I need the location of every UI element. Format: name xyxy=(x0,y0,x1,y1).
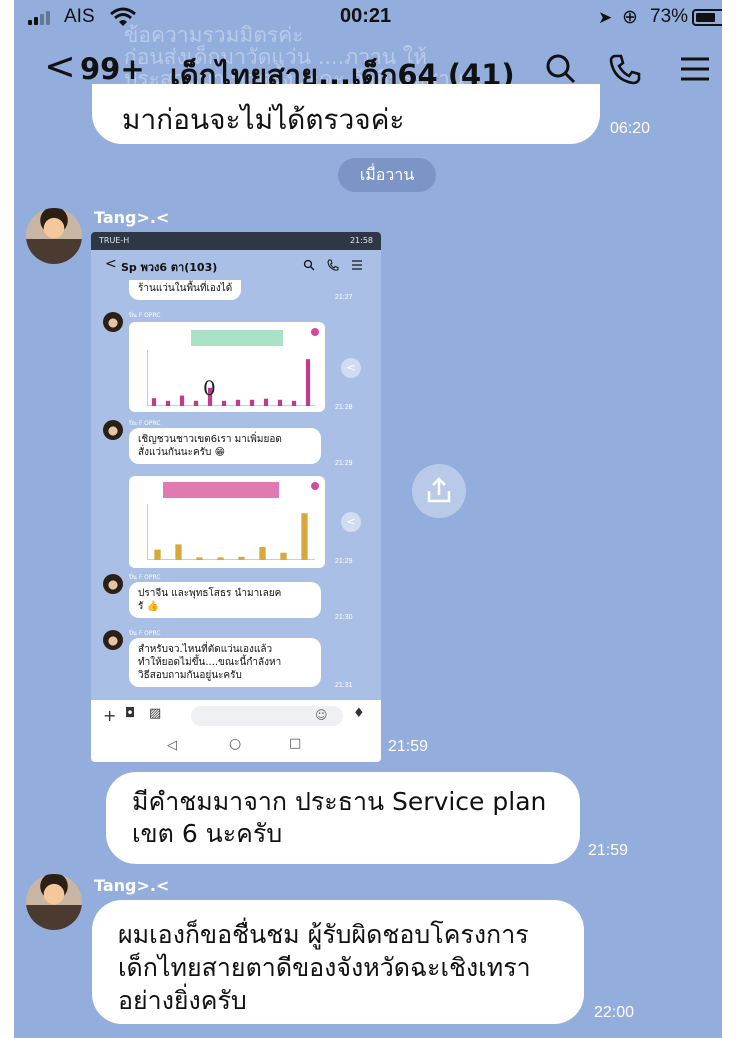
inner-message: ร้านแว่นในพื้นที่เองได้ xyxy=(129,280,242,300)
avatar[interactable] xyxy=(26,874,82,930)
avatar[interactable] xyxy=(26,208,82,264)
inner-avatar xyxy=(103,420,123,440)
message-bubble[interactable]: มาก่อนจะไม่ได้ตรวจค่ะ xyxy=(92,84,600,144)
mini-bar xyxy=(291,400,297,406)
mini-bar xyxy=(179,395,185,406)
phone-icon[interactable] xyxy=(608,52,642,86)
upload-icon xyxy=(427,477,451,503)
inner-message: ปราจีน และพุทธโสธร นำมาเลยค รั 👍 xyxy=(129,582,321,618)
mini-bar xyxy=(221,400,227,406)
handwritten-zero-mark: 0 xyxy=(203,376,216,400)
rotation-lock-icon: ⊕ xyxy=(622,6,638,28)
battery-icon xyxy=(692,9,722,26)
battery-percent: 73% xyxy=(650,6,689,27)
message-bubble[interactable]: ผมเองก็ขอชื่นชม ผู้รับผิดชอบโครงการ เด็ก… xyxy=(92,900,584,1024)
chat-screen: AIS 00:21 ➤ ⊕ 73% ข้อความรวมมิตรค่ะ ก่อน… xyxy=(14,0,722,1038)
location-icon: ➤ xyxy=(598,8,613,28)
mini-bar xyxy=(151,398,157,406)
mini-bar xyxy=(238,556,245,560)
unread-count[interactable]: 99+ xyxy=(80,52,145,86)
menu-icon[interactable] xyxy=(678,52,712,86)
chart-pink-bars xyxy=(151,359,311,406)
mini-bar xyxy=(196,557,203,560)
message-time: 21:59 xyxy=(388,738,429,755)
mini-bar xyxy=(193,400,199,406)
inner-phone-icon xyxy=(327,259,339,271)
signal-icon xyxy=(28,11,50,25)
mini-bar xyxy=(305,359,311,406)
back-button[interactable]: < xyxy=(44,42,76,90)
inner-avatar xyxy=(103,312,123,332)
inner-menu-icon xyxy=(352,260,362,270)
inner-status-bar: TRUE-H 21:58 xyxy=(91,232,381,250)
inner-message: สำหรับจว.ไหนที่ตัดแว่นเองแล้ว ทำให้ยอดไม่… xyxy=(129,638,321,687)
inner-message: เชิญชวนชาวเขต6เรา มาเพิ่มยอด สั่งแว่นกันน… xyxy=(129,428,321,464)
inner-input-bar: + ◘ ▨ ☺ ♦ ◁ ○ □ xyxy=(91,700,381,762)
inner-chat-title: Sp พวง6 ตา(103) xyxy=(121,261,218,274)
search-icon[interactable] xyxy=(544,52,578,86)
mini-bar xyxy=(301,513,308,560)
share-icon: < xyxy=(341,358,361,378)
date-divider: เมื่อวาน xyxy=(338,158,436,192)
sender-name: Tang>.< xyxy=(94,208,170,227)
sender-name: Tang>.< xyxy=(94,876,170,895)
share-icon: < xyxy=(341,512,361,532)
mini-bar xyxy=(235,399,241,406)
mini-bar xyxy=(277,399,283,406)
mini-bar xyxy=(175,544,182,560)
inner-header: < Sp พวง6 ตา(103) xyxy=(91,250,381,280)
inner-chart-image-pink: 0 xyxy=(129,322,325,412)
mini-bar xyxy=(259,547,266,560)
inner-search-icon xyxy=(303,259,315,271)
message-text: ผมเองก็ขอชื่นชม ผู้รับผิดชอบโครงการ เด็ก… xyxy=(118,920,531,1015)
message-time: 21:59 xyxy=(588,842,629,859)
mini-bar xyxy=(154,549,161,560)
message-text: มีคำชมมาจาก ประธาน Service plan เขต 6 นะ… xyxy=(132,787,547,848)
mini-bar xyxy=(263,398,269,406)
message-bubble[interactable]: มีคำชมมาจาก ประธาน Service plan เขต 6 นะ… xyxy=(106,772,580,864)
inner-avatar xyxy=(103,630,123,650)
mini-bar xyxy=(249,399,255,406)
message-text: มาก่อนจะไม่ได้ตรวจค่ะ xyxy=(122,103,405,136)
shared-screenshot-image[interactable]: TRUE-H 21:58 < Sp พวง6 ตา(103) ร้านแว่นใ… xyxy=(91,232,381,762)
share-upload-button[interactable] xyxy=(412,464,466,518)
message-time: 06:20 xyxy=(610,120,651,137)
inner-chart-image-gold xyxy=(129,476,325,568)
mini-bar xyxy=(280,552,287,560)
mini-bar xyxy=(217,557,224,560)
carrier-label: AIS xyxy=(64,6,95,27)
inner-avatar xyxy=(103,574,123,594)
mini-bar xyxy=(165,400,171,406)
message-time: 22:00 xyxy=(594,1004,635,1021)
chart-gold-bars xyxy=(154,513,308,560)
